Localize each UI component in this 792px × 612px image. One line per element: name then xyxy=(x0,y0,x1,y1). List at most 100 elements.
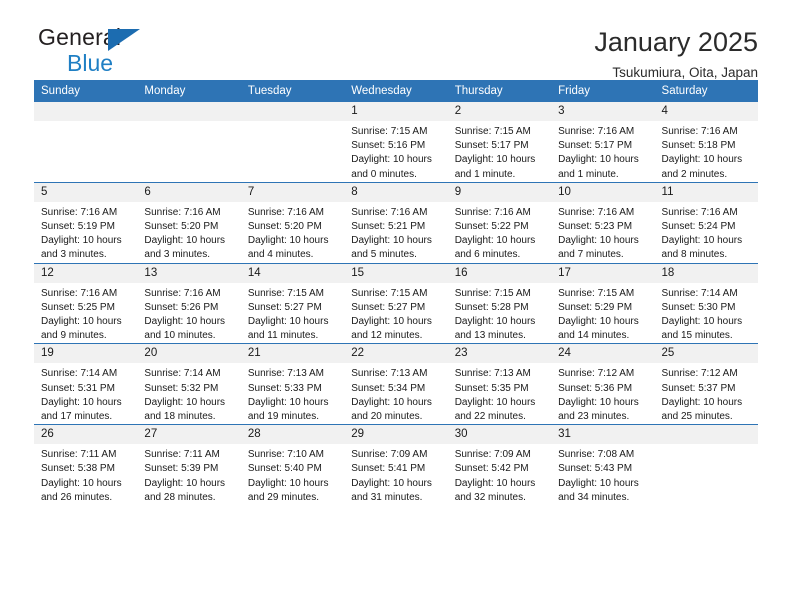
day-number: 18 xyxy=(654,263,758,283)
sunrise-text: Sunrise: 7:15 AM xyxy=(351,126,428,137)
calendar-day-cell[interactable]: 19 Sunrise: 7:14 AM Sunset: 5:31 PM Dayligh… xyxy=(34,343,138,425)
calendar-day-cell[interactable]: 6 Sunrise: 7:16 AM Sunset: 5:20 PM Daylight… xyxy=(137,181,241,264)
day-number: 9 xyxy=(447,182,552,202)
daylight-text: Daylight: 10 hours and 25 minutes. xyxy=(661,396,743,423)
sunset-text: Sunset: 5:17 PM xyxy=(558,140,633,152)
day-sun-info: Sunrise: 7:15 AM Sunset: 5:27 PM Daylight:… xyxy=(344,283,447,344)
sunrise-text: Sunrise: 7:15 AM xyxy=(558,287,635,299)
calendar-day-cell[interactable]: 9 Sunrise: 7:16 AM Sunset: 5:22 PM Daylight… xyxy=(447,181,552,264)
daylight-text: Daylight: 10 hours and 17 minutes. xyxy=(41,396,122,423)
daylight-text: Daylight: 10 hours and 26 minutes. xyxy=(41,477,122,503)
calendar-page: General Blue January 2025 Tsukumiura, Oi… xyxy=(0,0,792,612)
calendar-day-cell[interactable]: 30 Sunrise: 7:09 AM Sunset: 5:42 PM Dayligh… xyxy=(447,424,552,506)
day-number: 22 xyxy=(344,344,448,364)
daylight-text: Daylight: 10 hours and 13 minutes. xyxy=(454,316,536,342)
calendar-day-cell[interactable]: 11 Sunrise: 7:16 AM Sunset: 5:24 PM Dayligh… xyxy=(654,181,758,264)
day-number: 7 xyxy=(240,182,345,202)
sunset-text: Sunset: 5:40 PM xyxy=(247,463,322,475)
sunset-text: Sunset: 5:20 PM xyxy=(144,221,219,233)
day-sun-info: Sunrise: 7:16 AM Sunset: 5:21 PM Daylight:… xyxy=(344,202,447,263)
daylight-text: Daylight: 10 hours and 23 minutes. xyxy=(558,396,639,423)
sunrise-text: Sunrise: 7:16 AM xyxy=(144,206,221,218)
weekday-header-tuesday: Tuesday xyxy=(240,80,345,102)
calendar-day-cell[interactable]: 17 Sunrise: 7:15 AM Sunset: 5:29 PM Dayligh… xyxy=(551,262,655,344)
calendar-day-cell[interactable]: 26 Sunrise: 7:11 AM Sunset: 5:38 PM Dayligh… xyxy=(34,424,138,506)
calendar-day-cell[interactable]: 4 Sunrise: 7:16 AM Sunset: 5:18 PM Daylight… xyxy=(654,102,758,183)
day-number xyxy=(240,102,345,121)
sunrise-text: Sunrise: 7:15 AM xyxy=(454,287,531,299)
calendar-table: Sunday Monday Tuesday Wednesday Thursday… xyxy=(34,80,758,506)
sunset-text: Sunset: 5:24 PM xyxy=(661,221,736,233)
day-sun-info: Sunrise: 7:16 AM Sunset: 5:24 PM Daylight:… xyxy=(655,202,758,263)
daylight-text: Daylight: 10 hours and 31 minutes. xyxy=(351,477,432,503)
day-number: 1 xyxy=(344,102,448,121)
daylight-text: Daylight: 10 hours and 32 minutes. xyxy=(454,477,536,503)
calendar-day-cell[interactable]: 18 Sunrise: 7:14 AM Sunset: 5:30 PM Dayligh… xyxy=(654,262,758,344)
sunrise-text: Sunrise: 7:10 AM xyxy=(247,449,324,461)
sunset-text: Sunset: 5:36 PM xyxy=(558,382,633,394)
calendar-day-cell[interactable]: 27 Sunrise: 7:11 AM Sunset: 5:39 PM Dayligh… xyxy=(137,424,241,506)
calendar-day-cell[interactable]: 2 Sunrise: 7:15 AM Sunset: 5:17 PM Daylight… xyxy=(447,102,552,183)
day-number: 14 xyxy=(240,263,345,283)
day-sun-info: Sunrise: 7:15 AM Sunset: 5:16 PM Daylight:… xyxy=(344,121,447,182)
page-header: General Blue January 2025 Tsukumiura, Oi… xyxy=(34,0,758,81)
sunrise-text: Sunrise: 7:16 AM xyxy=(661,206,738,218)
sunset-text: Sunset: 5:21 PM xyxy=(351,221,426,233)
day-sun-info: Sunrise: 7:15 AM Sunset: 5:27 PM Daylight:… xyxy=(241,283,344,344)
calendar-day-cell[interactable]: 16 Sunrise: 7:15 AM Sunset: 5:28 PM Dayligh… xyxy=(447,262,552,344)
sunrise-text: Sunrise: 7:09 AM xyxy=(454,449,531,461)
day-number: 5 xyxy=(34,182,138,202)
calendar-day-cell-empty xyxy=(240,102,345,183)
daylight-text: Daylight: 10 hours and 11 minutes. xyxy=(247,316,329,342)
day-sun-info: Sunrise: 7:14 AM Sunset: 5:32 PM Daylight:… xyxy=(137,363,240,424)
page-title: January 2025 xyxy=(594,27,758,57)
daylight-text: Daylight: 10 hours and 5 minutes. xyxy=(351,235,432,261)
day-sun-info: Sunrise: 7:09 AM Sunset: 5:42 PM Daylight:… xyxy=(448,444,551,505)
calendar-day-cell[interactable]: 10 Sunrise: 7:16 AM Sunset: 5:23 PM Dayligh… xyxy=(551,181,655,264)
calendar-week-row: 1 Sunrise: 7:15 AM Sunset: 5:16 PM Daylight… xyxy=(34,102,758,183)
sunrise-text: Sunrise: 7:16 AM xyxy=(558,126,635,137)
calendar-day-cell[interactable]: 20 Sunrise: 7:14 AM Sunset: 5:32 PM Dayligh… xyxy=(137,343,241,425)
page-subtitle: Tsukumiura, Oita, Japan xyxy=(612,65,758,81)
calendar-day-cell[interactable]: 25 Sunrise: 7:12 AM Sunset: 5:37 PM Dayligh… xyxy=(654,343,758,425)
daylight-text: Daylight: 10 hours and 3 minutes. xyxy=(41,235,122,261)
calendar-day-cell[interactable]: 28 Sunrise: 7:10 AM Sunset: 5:40 PM Dayligh… xyxy=(240,424,345,506)
daylight-text: Daylight: 10 hours and 2 minutes. xyxy=(661,154,743,180)
day-sun-info: Sunrise: 7:15 AM Sunset: 5:28 PM Daylight:… xyxy=(448,283,551,344)
day-number: 16 xyxy=(447,263,552,283)
calendar-day-cell-empty xyxy=(137,102,241,183)
weekday-header-sunday: Sunday xyxy=(34,80,138,102)
daylight-text: Daylight: 10 hours and 28 minutes. xyxy=(144,477,226,503)
calendar-day-cell[interactable]: 22 Sunrise: 7:13 AM Sunset: 5:34 PM Dayligh… xyxy=(344,343,448,425)
day-number xyxy=(654,425,758,445)
calendar-day-cell[interactable]: 5 Sunrise: 7:16 AM Sunset: 5:19 PM Daylight… xyxy=(34,181,138,264)
day-sun-info: Sunrise: 7:16 AM Sunset: 5:18 PM Daylight:… xyxy=(655,121,758,182)
day-number: 13 xyxy=(137,263,241,283)
calendar-day-cell[interactable]: 15 Sunrise: 7:15 AM Sunset: 5:27 PM Dayligh… xyxy=(344,262,448,344)
sunset-text: Sunset: 5:27 PM xyxy=(351,301,426,313)
calendar-day-cell[interactable]: 21 Sunrise: 7:13 AM Sunset: 5:33 PM Dayligh… xyxy=(240,343,345,425)
day-number: 17 xyxy=(551,263,655,283)
day-sun-info: Sunrise: 7:11 AM Sunset: 5:38 PM Daylight:… xyxy=(34,444,137,505)
calendar-day-cell[interactable]: 12 Sunrise: 7:16 AM Sunset: 5:25 PM Dayligh… xyxy=(34,262,138,344)
day-sun-info: Sunrise: 7:16 AM Sunset: 5:17 PM Daylight:… xyxy=(551,121,654,182)
day-sun-info: Sunrise: 7:14 AM Sunset: 5:30 PM Daylight:… xyxy=(655,283,758,344)
calendar-day-cell[interactable]: 24 Sunrise: 7:12 AM Sunset: 5:36 PM Dayligh… xyxy=(551,343,655,425)
daylight-text: Daylight: 10 hours and 4 minutes. xyxy=(247,235,329,261)
calendar-day-cell[interactable]: 13 Sunrise: 7:16 AM Sunset: 5:26 PM Dayligh… xyxy=(137,262,241,344)
sunrise-text: Sunrise: 7:16 AM xyxy=(661,126,738,137)
weekday-header-friday: Friday xyxy=(551,80,655,102)
calendar-day-cell[interactable]: 14 Sunrise: 7:15 AM Sunset: 5:27 PM Dayligh… xyxy=(240,262,345,344)
calendar-day-cell[interactable]: 1 Sunrise: 7:15 AM Sunset: 5:16 PM Daylight… xyxy=(344,102,448,183)
sunrise-text: Sunrise: 7:11 AM xyxy=(144,449,220,461)
sunset-text: Sunset: 5:20 PM xyxy=(247,221,322,233)
calendar-day-cell[interactable]: 8 Sunrise: 7:16 AM Sunset: 5:21 PM Daylight… xyxy=(344,181,448,264)
calendar-day-cell[interactable]: 3 Sunrise: 7:16 AM Sunset: 5:17 PM Daylight… xyxy=(551,102,655,183)
calendar-day-cell[interactable]: 31 Sunrise: 7:08 AM Sunset: 5:43 PM Dayligh… xyxy=(551,424,655,506)
day-sun-info: Sunrise: 7:12 AM Sunset: 5:37 PM Daylight:… xyxy=(655,363,758,424)
sunrise-text: Sunrise: 7:16 AM xyxy=(144,287,221,299)
calendar-day-cell[interactable]: 29 Sunrise: 7:09 AM Sunset: 5:41 PM Dayligh… xyxy=(344,424,448,506)
calendar-day-cell[interactable]: 7 Sunrise: 7:16 AM Sunset: 5:20 PM Daylight… xyxy=(240,181,345,264)
sunset-text: Sunset: 5:22 PM xyxy=(454,221,529,233)
calendar-day-cell[interactable]: 23 Sunrise: 7:13 AM Sunset: 5:35 PM Dayligh… xyxy=(447,343,552,425)
